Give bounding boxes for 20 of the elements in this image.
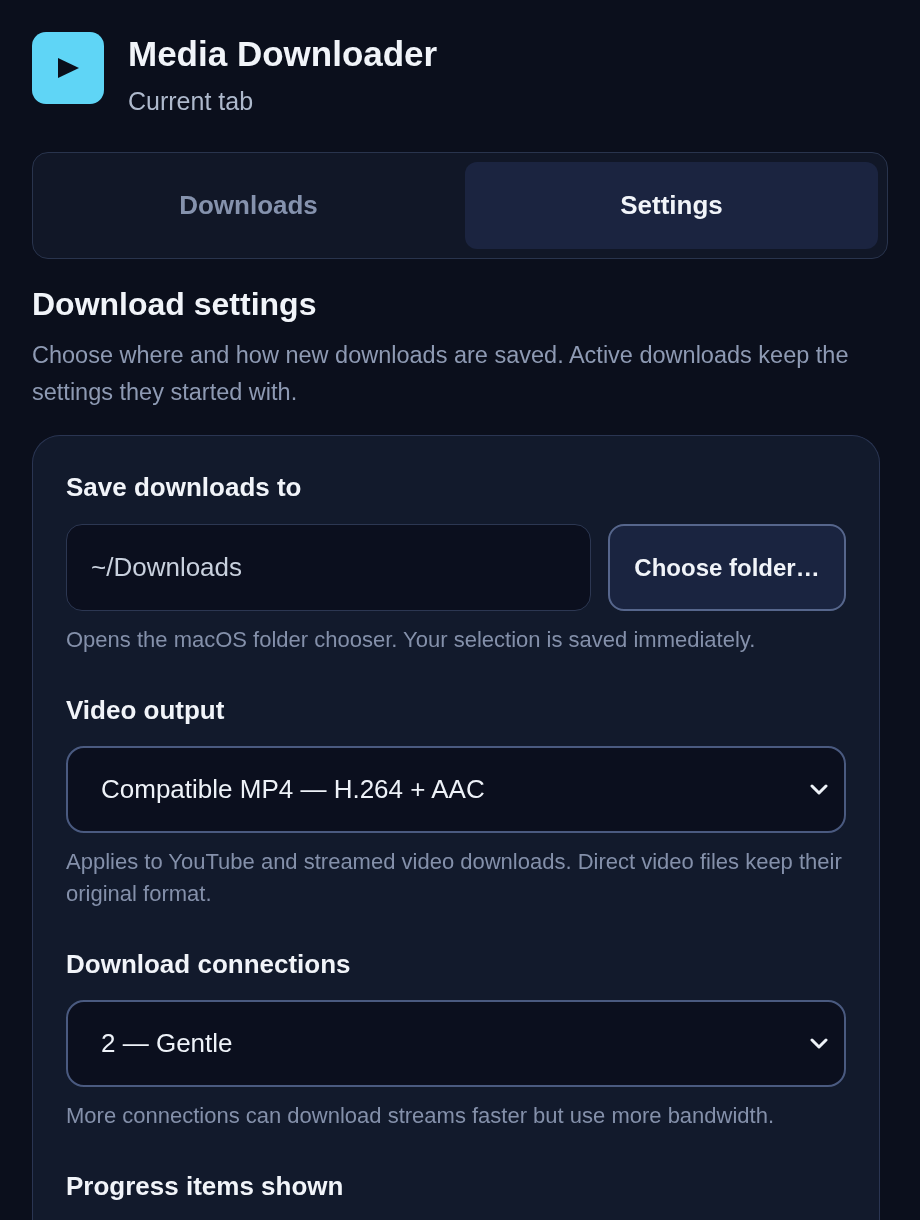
field-label: Save downloads to [66,472,303,502]
choose-folder-button[interactable]: Choose folder… [608,524,846,611]
field-label: Video output [66,695,226,725]
app-title: Media Downloader [128,34,438,74]
select-field[interactable]: 2 — Gentle [66,1000,846,1087]
play-logo-icon [32,32,104,104]
section-description: Choose where and how new downloads are saved. Active downloads keep the settings they started with. [32,341,850,407]
section-heading: Download settings [32,286,318,322]
tab[interactable]: Downloads [42,162,455,249]
field-label: Progress items shown [66,1171,345,1201]
tab[interactable]: Settings [465,162,878,249]
folder-path-field[interactable]: ~/Downloads [66,524,591,611]
field-label: Download connections [66,949,352,979]
field-hint: More connections can download streams faster but use more bandwidth. [66,1102,776,1130]
select-field[interactable]: Compatible MP4 — H.264 + AAC [66,746,846,833]
field-hint: Opens the macOS folder chooser. Your selection is saved immediately. [66,626,757,654]
app-subtitle: Current tab [128,86,255,116]
chevron-down-icon [810,784,828,795]
chevron-down-icon [810,1038,828,1049]
field-hint: Applies to YouTube and streamed video downloads. Direct video files keep their original format. [66,848,843,908]
